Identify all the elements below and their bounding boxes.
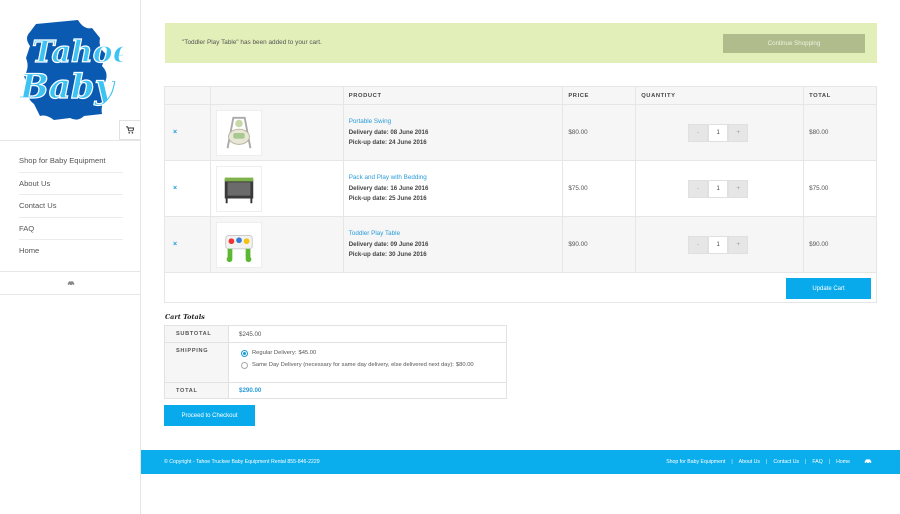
car-icon[interactable] xyxy=(864,458,872,466)
product-thumbnail[interactable] xyxy=(215,165,262,212)
remove-item-button[interactable]: × xyxy=(170,129,177,136)
footer: © Copyright - Tahoe Truckee Baby Equipme… xyxy=(141,450,900,474)
product-link[interactable]: Portable Swing xyxy=(349,118,563,125)
shipping-row: SHIPPING Regular Delivery: $45.00 Same D… xyxy=(164,342,507,383)
subtotal-value: $245.00 xyxy=(228,325,507,343)
copyright-text: © Copyright - Tahoe Truckee Baby Equipme… xyxy=(164,459,320,465)
product-link[interactable]: Pack and Play with Bedding xyxy=(349,174,563,181)
table-row: × Portable Swing Delivery date: 08 June … xyxy=(164,104,877,161)
notice-message: "Toddler Play Table" has been added to y… xyxy=(182,39,322,46)
subtotal-label: SUBTOTAL xyxy=(164,325,229,343)
cart-header-row: PRODUCT PRICE QUANTITY TOTAL xyxy=(164,86,877,105)
cart-actions-row: Update Cart xyxy=(164,272,877,303)
product-thumbnail[interactable] xyxy=(215,221,262,268)
regular-delivery-text: Regular Delivery: xyxy=(252,350,297,356)
regular-delivery-price: $45.00 xyxy=(298,350,317,356)
sidebar-footer xyxy=(0,271,141,295)
proceed-to-checkout-button[interactable]: Proceed to Checkout xyxy=(164,405,255,426)
item-total: $90.00 xyxy=(803,216,877,273)
sidebar-item-shop[interactable]: Shop for Baby Equipment xyxy=(19,150,123,173)
subtotal-row: SUBTOTAL $245.00 xyxy=(164,325,507,343)
delivery-date: Delivery date: 09 June 2016 xyxy=(348,241,429,248)
sidebar-item-home[interactable]: Home xyxy=(19,240,123,263)
footer-separator: | xyxy=(766,459,768,465)
quantity-input[interactable]: 1 xyxy=(708,123,729,142)
footer-separator: | xyxy=(828,459,831,465)
total-label: TOTAL xyxy=(164,382,229,399)
pickup-date: Pick-up date: 30 June 2016 xyxy=(348,250,427,258)
car-icon[interactable] xyxy=(67,280,75,286)
cart-table: PRODUCT PRICE QUANTITY TOTAL × Portable … xyxy=(164,86,877,303)
portable-swing-image xyxy=(226,116,252,148)
sidebar-nav: Shop for Baby Equipment About Us Contact… xyxy=(19,150,123,263)
continue-shopping-button[interactable]: Continue Shopping xyxy=(723,34,865,53)
quantity-input[interactable]: 1 xyxy=(708,179,729,198)
quantity-input[interactable]: 1 xyxy=(708,235,729,254)
col-price: PRICE xyxy=(562,86,636,105)
footer-link-about[interactable]: About Us xyxy=(739,459,760,465)
product-link[interactable]: Toddler Play Table xyxy=(349,230,563,237)
shipping-option-regular[interactable]: Regular Delivery: $45.00 xyxy=(241,347,506,359)
footer-link-home[interactable]: Home xyxy=(836,459,850,465)
remove-item-button[interactable]: × xyxy=(170,185,177,192)
product-thumbnail[interactable] xyxy=(215,109,262,156)
toddler-play-table-image xyxy=(225,234,253,262)
same-day-delivery-text: Same Day Delivery (necessary for same da… xyxy=(252,362,454,368)
quantity-increase-button[interactable]: + xyxy=(728,235,749,254)
footer-link-contact[interactable]: Contact Us xyxy=(773,459,799,465)
sidebar-item-faq[interactable]: FAQ xyxy=(19,218,123,240)
col-total: TOTAL xyxy=(803,86,877,105)
regular-delivery-radio[interactable] xyxy=(241,349,248,357)
remove-item-button[interactable]: × xyxy=(170,241,177,248)
pack-and-play-image xyxy=(224,177,254,203)
tahoe-baby-logo[interactable]: Tahoe Baby xyxy=(18,18,123,123)
same-day-delivery-radio[interactable] xyxy=(241,361,248,369)
quantity-stepper: - 1 + xyxy=(688,235,803,254)
item-price: $80.00 xyxy=(562,104,636,161)
sidebar-divider xyxy=(0,140,141,141)
item-price: $90.00 xyxy=(562,216,636,273)
item-price: $75.00 xyxy=(562,160,636,217)
footer-separator: | xyxy=(805,459,807,465)
total-row: TOTAL $290.00 xyxy=(164,382,507,399)
update-cart-button[interactable]: Update Cart xyxy=(786,278,871,299)
delivery-date: Delivery date: 16 June 2016 xyxy=(348,185,429,192)
cart-totals-title: Cart Totals xyxy=(165,313,205,321)
footer-nav: Shop for Baby Equipment | About Us | Con… xyxy=(666,459,850,465)
quantity-decrease-button[interactable]: - xyxy=(688,179,709,198)
item-total: $80.00 xyxy=(803,104,877,161)
col-thumbnail xyxy=(209,86,344,105)
pickup-date: Pick-up date: 25 June 2016 xyxy=(348,194,427,202)
shipping-option-same-day[interactable]: Same Day Delivery (necessary for same da… xyxy=(241,359,506,371)
item-total: $75.00 xyxy=(803,160,877,217)
table-row: × Pack and Play with Bedding Delivery da… xyxy=(164,160,877,217)
quantity-stepper: - 1 + xyxy=(688,123,803,142)
svg-text:Baby: Baby xyxy=(19,67,117,107)
table-row: × Toddler Play Table Delivery date: 09 J… xyxy=(164,216,877,273)
quantity-decrease-button[interactable]: - xyxy=(688,123,709,142)
col-remove xyxy=(164,86,211,105)
quantity-increase-button[interactable]: + xyxy=(728,179,749,198)
sidebar-item-contact[interactable]: Contact Us xyxy=(19,195,123,218)
same-day-delivery-price: $80.00 xyxy=(455,362,474,368)
footer-separator: | xyxy=(731,459,733,465)
sidebar: Tahoe Baby Shop for Baby Equipment About… xyxy=(0,0,141,514)
cart-totals-table: SUBTOTAL $245.00 SHIPPING Regular Delive… xyxy=(164,325,507,399)
shipping-label: SHIPPING xyxy=(164,342,229,383)
footer-link-faq[interactable]: FAQ xyxy=(812,459,822,465)
sidebar-item-about[interactable]: About Us xyxy=(19,173,123,195)
quantity-increase-button[interactable]: + xyxy=(728,123,749,142)
quantity-stepper: - 1 + xyxy=(688,179,803,198)
quantity-decrease-button[interactable]: - xyxy=(688,235,709,254)
col-quantity: QUANTITY xyxy=(635,86,804,105)
cart-notice: "Toddler Play Table" has been added to y… xyxy=(165,23,877,63)
svg-text:Tahoe: Tahoe xyxy=(32,35,123,70)
total-value: $290.00 xyxy=(239,387,262,394)
col-product: PRODUCT xyxy=(342,86,563,105)
delivery-date: Delivery date: 08 June 2016 xyxy=(348,129,429,136)
shopping-cart-icon[interactable] xyxy=(119,120,140,140)
footer-link-shop[interactable]: Shop for Baby Equipment xyxy=(666,459,725,465)
pickup-date: Pick-up date: 24 June 2016 xyxy=(348,138,427,146)
